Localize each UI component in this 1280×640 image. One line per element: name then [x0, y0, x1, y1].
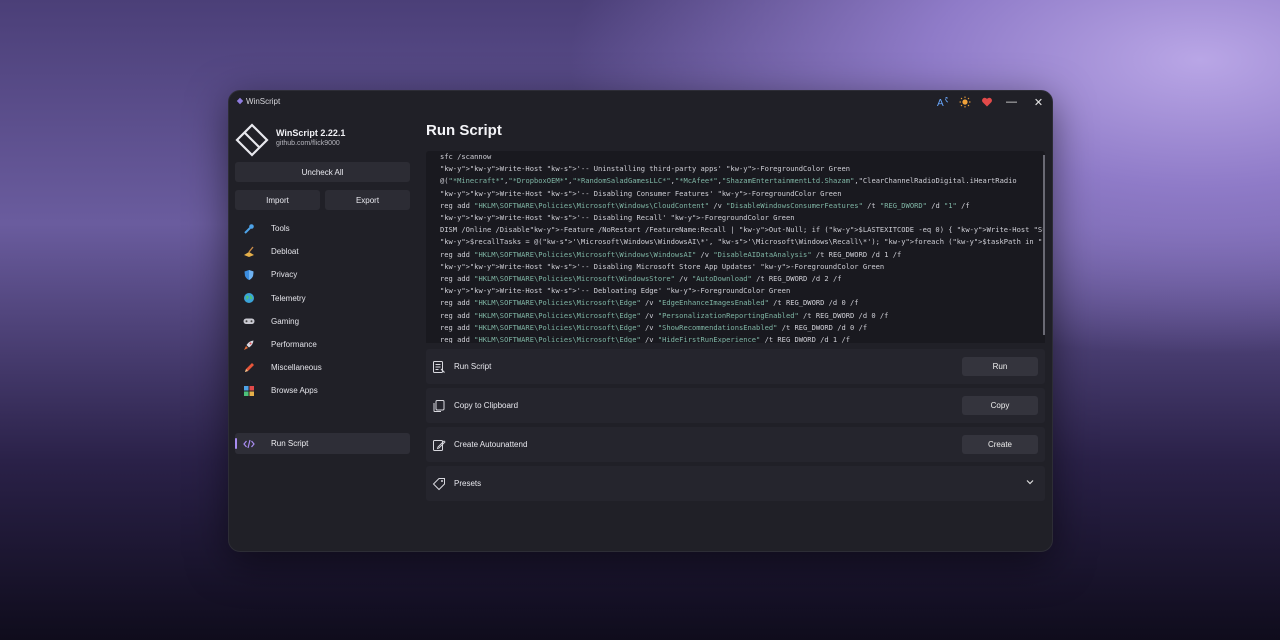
sidebar-item-label: Privacy — [271, 270, 298, 280]
page-title: Run Script — [426, 122, 502, 139]
active-indicator — [235, 438, 237, 449]
theme-sun-icon[interactable] — [954, 91, 976, 113]
copy-icon — [433, 400, 445, 412]
sidebar-item-browse-apps[interactable]: Browse Apps — [235, 379, 410, 402]
script-line: reg add "HKLM\SOFTWARE\Policies\Microsof… — [440, 322, 868, 332]
script-lines: sfc /scannow "kw-y">"kw-y">Write-Host "kw… — [440, 151, 1045, 343]
copy-clipboard-label: Copy to Clipboard — [454, 401, 519, 410]
script-line: "kw-y">"kw-y">Write-Host "kw-s">'-- Debl… — [440, 286, 791, 296]
sidebar-item-label: Gaming — [271, 316, 300, 326]
window-title: WinScript — [246, 97, 281, 106]
sidebar-nav: Tools Debloat Privacy Telemetry Gaming P… — [235, 217, 410, 403]
uncheck-all-button[interactable]: Uncheck All — [235, 162, 410, 182]
tag-icon — [432, 478, 445, 491]
sidebar-item-miscellaneous[interactable]: Miscellaneous — [235, 356, 410, 379]
broom-icon — [243, 246, 255, 258]
sidebar-item-label: Debloat — [271, 247, 299, 257]
vertical-scrollbar[interactable] — [1043, 155, 1045, 335]
app-logo-icon — [236, 97, 244, 105]
export-button[interactable]: Export — [325, 190, 410, 210]
wrench-icon — [243, 223, 255, 235]
sidebar-item-run-script[interactable]: Run Script — [235, 433, 410, 454]
pencil-icon — [243, 362, 255, 374]
apps-icon — [243, 385, 255, 397]
script-line: reg add "HKLM\SOFTWARE\Policies\Microsof… — [440, 274, 842, 284]
script-line: "kw-y">"kw-y">Write-Host "kw-s">'-- Unin… — [440, 164, 851, 174]
copy-clipboard-row: Copy to Clipboard Copy — [426, 388, 1045, 423]
document-edit-icon — [433, 440, 446, 451]
script-line: sfc /scannow — [440, 152, 492, 161]
sidebar-item-privacy[interactable]: Privacy — [235, 263, 410, 286]
script-line: @("*Minecraft*","*DropboxOEM*","*RandomS… — [440, 176, 1017, 186]
sidebar-item-label: Tools — [271, 224, 290, 234]
sidebar: WinScript 2.22.1 github.com/flick9000 Un… — [229, 113, 419, 551]
rocket-icon — [243, 339, 255, 351]
sidebar-item-performance[interactable]: Performance — [235, 333, 410, 356]
sidebar-item-label: Browse Apps — [271, 386, 318, 396]
import-button[interactable]: Import — [235, 190, 320, 210]
sidebar-item-label: Telemetry — [271, 293, 306, 303]
copy-button[interactable]: Copy — [962, 396, 1038, 415]
minimize-button[interactable]: — — [998, 91, 1025, 113]
sidebar-item-label: Miscellaneous — [271, 363, 322, 373]
gamepad-icon — [243, 315, 255, 327]
sidebar-item-debloat[interactable]: Debloat — [235, 240, 410, 263]
script-line: reg add "HKLM\SOFTWARE\Policies\Microsof… — [440, 298, 859, 308]
translate-icon[interactable]: A — [932, 91, 954, 113]
code-icon — [243, 438, 255, 450]
chevron-down-icon[interactable] — [1025, 477, 1035, 487]
sidebar-item-gaming[interactable]: Gaming — [235, 310, 410, 333]
close-button[interactable]: ✕ — [1025, 91, 1052, 113]
run-button[interactable]: Run — [962, 357, 1038, 376]
run-script-label: Run Script — [454, 362, 492, 371]
app-repo-link[interactable]: github.com/flick9000 — [276, 140, 340, 147]
script-icon — [433, 361, 445, 373]
sidebar-item-label: Run Script — [271, 439, 309, 448]
script-preview[interactable]: sfc /scannow "kw-y">"kw-y">Write-Host "kw… — [426, 151, 1045, 343]
sidebar-item-label: Performance — [271, 340, 317, 350]
script-line: "kw-y">"kw-y">Write-Host "kw-s">'-- Disa… — [440, 213, 795, 223]
create-autounattend-label: Create Autounattend — [454, 440, 528, 449]
create-button[interactable]: Create — [962, 435, 1038, 454]
heart-icon[interactable] — [976, 91, 998, 113]
script-line: "kw-y">$recallTasks = @("kw-s">'\Microso… — [440, 237, 1045, 247]
main-content: Run Script sfc /scannow "kw-y">"kw-y">Wri… — [425, 113, 1049, 551]
script-line: DISM /Online /Disable"kw-y">-Feature /No… — [440, 225, 1045, 235]
svg-text:A: A — [937, 98, 944, 108]
script-line: reg add "HKLM\SOFTWARE\Policies\Microsof… — [440, 200, 970, 210]
sidebar-item-tools[interactable]: Tools — [235, 217, 410, 240]
winscript-logo-icon — [235, 123, 269, 157]
script-line: reg add "HKLM\SOFTWARE\Policies\Microsof… — [440, 310, 889, 320]
shield-icon — [243, 269, 255, 281]
presets-label: Presets — [454, 479, 482, 488]
script-line: "kw-y">"kw-y">Write-Host "kw-s">'-- Disa… — [440, 188, 842, 198]
script-line: "kw-y">"kw-y">Write-Host "kw-s">'-- Disa… — [440, 261, 885, 271]
run-script-row: Run Script Run — [426, 349, 1045, 384]
sidebar-item-telemetry[interactable]: Telemetry — [235, 287, 410, 310]
title-bar: WinScript A — ✕ — [229, 91, 1052, 113]
create-autounattend-row: Create Autounattend Create — [426, 427, 1045, 462]
script-line: reg add "HKLM\SOFTWARE\Policies\Microsof… — [440, 249, 902, 259]
script-line: reg add "HKLM\SOFTWARE\Policies\Microsof… — [440, 335, 851, 343]
app-version-title: WinScript 2.22.1 — [276, 128, 346, 138]
app-window: WinScript A — ✕ WinScript 2.22.1 github.… — [228, 90, 1053, 552]
globe-icon — [243, 292, 255, 304]
presets-row[interactable]: Presets — [426, 466, 1045, 501]
